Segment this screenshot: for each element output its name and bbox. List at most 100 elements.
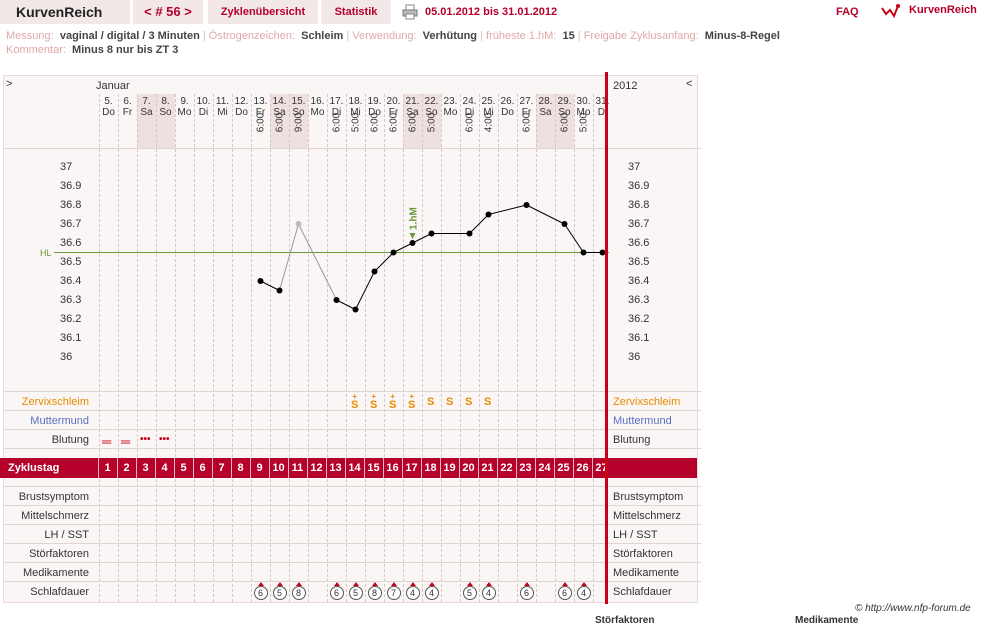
row-label-mittel: Mittelschmerz: [21, 510, 89, 522]
first-higher-label: 1.hM: [409, 207, 420, 230]
sleep-hours: 5: [462, 586, 477, 600]
cycle-nav-button[interactable]: < # 56 >: [133, 0, 203, 24]
zyklustag-label: Zyklustag: [8, 462, 60, 474]
sleep-hours: 8: [291, 586, 306, 600]
cycle-day-cell: 12: [307, 458, 325, 478]
cycle-day-cell: 7: [212, 458, 230, 478]
row-label-schlaf-right: Schlafdauer: [613, 586, 672, 598]
temp-point: [390, 249, 397, 256]
date-range: 05.01.2012 bis 31.01.2012: [425, 6, 558, 18]
cycle-day-cell: 18: [421, 458, 439, 478]
faq-link[interactable]: FAQ: [836, 6, 859, 18]
messung-label: Messung:: [6, 30, 54, 42]
curve-segment: [355, 271, 375, 310]
hm-value: 15: [562, 30, 575, 42]
mucus-mark: S: [484, 396, 492, 408]
temp-point: [523, 202, 530, 208]
row-label-muttermund: Muttermund: [30, 415, 89, 427]
logo-text: KurvenReich: [909, 4, 977, 16]
sleep-hours: 4: [405, 586, 420, 600]
cycle-day-cell: 17: [402, 458, 420, 478]
cycle-day-cell: 22: [497, 458, 515, 478]
bleeding-heavy-icon: ═: [102, 434, 112, 449]
row-label-lh: LH / SST: [44, 529, 89, 541]
row-label-stoer-right: Störfaktoren: [613, 548, 673, 560]
oestrogen-value: Schleim: [301, 30, 344, 42]
curve-segment-excluded: [298, 223, 337, 301]
cycle-day-cell: 20: [459, 458, 477, 478]
row-label-brust: Brustsymptom: [18, 491, 89, 503]
cycle-day-cell: 11: [288, 458, 306, 478]
temp-point-excluded: [295, 221, 302, 227]
brand-title: KurvenReich: [0, 0, 130, 24]
temp-point: [352, 306, 359, 313]
tab-zyklenuebersicht[interactable]: Zyklenübersicht: [208, 0, 318, 24]
cycle-day-cell: 14: [345, 458, 363, 478]
temp-point: [276, 287, 283, 294]
mucus-mark: + S: [389, 392, 397, 411]
mucus-mark: S: [446, 396, 454, 408]
row-label-stoer: Störfaktoren: [29, 548, 89, 560]
row-label-medi: Medikamente: [22, 567, 89, 579]
temp-point: [580, 249, 587, 256]
curve-segment: [393, 242, 413, 253]
cycle-day-cell: 21: [478, 458, 496, 478]
cycle-day-cell: 6: [193, 458, 211, 478]
sleep-hours: 6: [557, 586, 572, 600]
cycle-day-cell: 10: [269, 458, 287, 478]
first-higher-marker: [409, 233, 416, 239]
sleep-hours: 4: [481, 586, 496, 600]
info-row-1: Messung: vaginal / digital / 3 Minuten |…: [6, 30, 780, 42]
sleep-hours: 4: [576, 586, 591, 600]
curve-segment-excluded: [279, 223, 299, 291]
temp-point: [466, 230, 473, 237]
cycle-day-cell: 16: [383, 458, 401, 478]
bleeding-heavy-icon: ═: [121, 434, 131, 449]
row-label-medi-right: Medikamente: [613, 567, 680, 579]
sleep-hours: 6: [253, 586, 268, 600]
temp-point: [371, 268, 378, 275]
curve-segment: [374, 252, 394, 272]
cycle-day-cell: 19: [440, 458, 458, 478]
curve-segment: [469, 214, 489, 234]
tab-statistik[interactable]: Statistik: [321, 0, 391, 24]
mucus-mark: + S: [370, 392, 378, 411]
cycle-day-cell: 13: [326, 458, 344, 478]
hm-label: früheste 1.hM:: [486, 30, 557, 42]
top-bar: KurvenReich < # 56 > Zyklenübersicht Sta…: [0, 0, 981, 27]
cycle-day-cell: 9: [250, 458, 268, 478]
curve-segment: [260, 280, 280, 291]
sleep-hours: 8: [367, 586, 382, 600]
cycle-day-bar: Zyklustag 1 2 3 4 5 6 7 8 9 10 11 12 13 14 15 16 17 18 19 2…: [0, 458, 697, 478]
sleep-hours: 5: [272, 586, 287, 600]
curve-segment: [488, 204, 527, 215]
cycle-day-cell: 3: [136, 458, 154, 478]
curve-segment: [564, 223, 584, 253]
mucus-mark: + S: [351, 392, 359, 411]
temp-point: [561, 221, 568, 227]
cycle-day-cell: 26: [573, 458, 591, 478]
cycle-day-cell: 15: [364, 458, 382, 478]
cycle-day-cell: 8: [231, 458, 249, 478]
row-label-brust-right: Brustsymptom: [613, 491, 684, 503]
cycle-day-cell: 24: [535, 458, 553, 478]
row-label-schlaf: Schlafdauer: [30, 586, 89, 598]
row-label-blutung: Blutung: [51, 434, 89, 446]
row-label-muttermund-right: Muttermund: [613, 415, 672, 427]
cycle-day-cell: 1: [98, 458, 116, 478]
cycle-day-cell: 25: [554, 458, 572, 478]
temp-point: [257, 278, 264, 284]
cycle-day-cell: 23: [516, 458, 534, 478]
row-label-lh-right: LH / SST: [613, 529, 658, 541]
bleeding-light-icon: •••: [140, 434, 151, 445]
row-label-zervix-right: Zervixschleim: [613, 396, 681, 408]
temp-point: [428, 230, 435, 237]
mucus-mark: S: [427, 396, 435, 408]
verwendung-label: Verwendung:: [352, 30, 417, 42]
messung-value: vaginal / digital / 3 Minuten: [59, 30, 200, 42]
mucus-mark: + S: [408, 392, 416, 411]
verwendung-value: Verhütung: [422, 30, 478, 42]
sleep-hours: 7: [386, 586, 401, 600]
temp-point: [333, 297, 340, 303]
print-icon[interactable]: [402, 4, 418, 20]
